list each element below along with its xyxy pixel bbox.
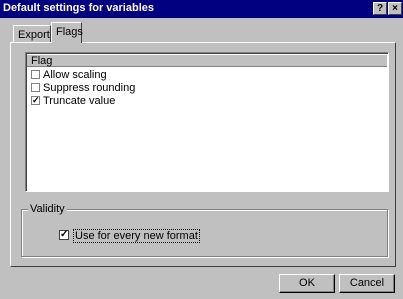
validity-group-label: Validity	[28, 203, 67, 215]
list-item-label: Truncate value	[43, 95, 116, 107]
title-bar: Default settings for variables ? ×	[0, 0, 403, 18]
window-title: Default settings for variables	[3, 2, 154, 14]
use-for-every-new-format-checkbox[interactable]: ✓	[59, 230, 69, 240]
cancel-button[interactable]: Cancel	[339, 274, 395, 293]
tab-export[interactable]: Export	[13, 25, 51, 42]
use-for-every-new-format-label[interactable]: Use for every new format	[73, 229, 200, 243]
help-button[interactable]: ?	[373, 2, 387, 15]
list-item-label: Allow scaling	[43, 69, 107, 81]
close-button[interactable]: ×	[388, 2, 402, 15]
list-item-label: Suppress rounding	[43, 82, 136, 94]
truncate-value-checkbox[interactable]: ✓	[31, 96, 40, 105]
flags-list[interactable]: Flag Allow scaling Suppress rounding ✓ T…	[25, 52, 389, 192]
suppress-rounding-checkbox[interactable]	[31, 83, 40, 92]
list-header-label: Flag	[31, 55, 53, 67]
tab-flags[interactable]: Flags	[51, 22, 83, 43]
list-header-flag[interactable]: Flag	[27, 54, 387, 67]
allow-scaling-checkbox[interactable]	[31, 70, 40, 79]
ok-button[interactable]: OK	[279, 274, 335, 293]
